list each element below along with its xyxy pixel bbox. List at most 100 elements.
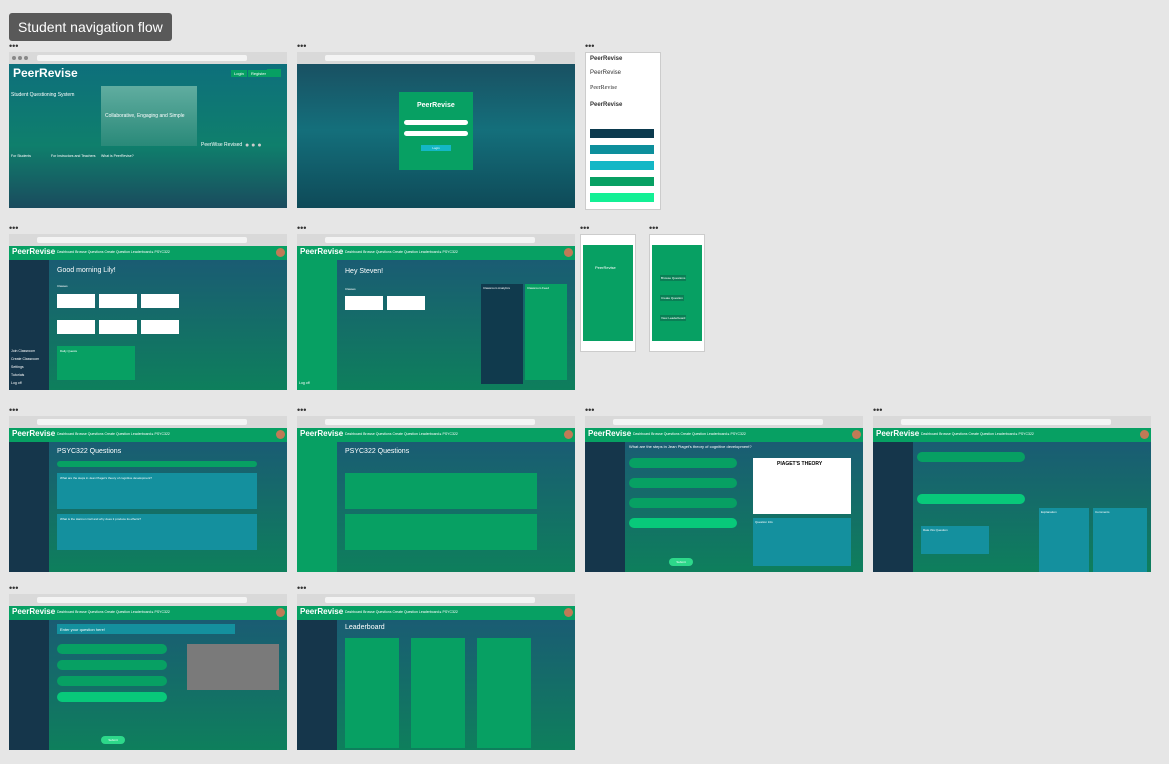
frame-menu-icon[interactable]: ••• — [297, 584, 306, 593]
sidebar: Log off — [297, 260, 337, 390]
class-card[interactable] — [57, 320, 95, 334]
mobile-button[interactable]: View Leaderboard — [660, 315, 687, 321]
class-card[interactable] — [387, 296, 425, 310]
create-question-frame[interactable]: PeerRevise Dashboard Browse Questions Cre… — [9, 594, 287, 750]
avatar[interactable] — [564, 248, 573, 257]
menu-icon[interactable] — [267, 69, 281, 77]
nav-links[interactable]: Dashboard Browse Questions Create Questi… — [633, 432, 746, 436]
nav-links[interactable]: Dashboard Browse Questions Create Questi… — [57, 250, 170, 254]
landing-frame[interactable]: PeerRevise Login Register Student Questi… — [9, 52, 287, 208]
register-button[interactable]: Register — [248, 70, 269, 77]
brand-logo[interactable]: PeerRevise — [300, 247, 343, 256]
email-field[interactable] — [404, 120, 468, 125]
nav-links[interactable]: Dashboard Browse Questions Create Questi… — [345, 250, 458, 254]
sidebar-item-tutorials[interactable]: Tutorials — [11, 371, 39, 379]
frame-menu-icon[interactable]: ••• — [649, 224, 658, 233]
class-card[interactable] — [141, 320, 179, 334]
mobile-menu-frame[interactable]: Browse Questions Create Question View Le… — [649, 234, 705, 352]
answer-option[interactable] — [917, 494, 1025, 504]
question-input[interactable]: Enter your question here! — [57, 624, 235, 634]
frame-menu-icon[interactable]: ••• — [873, 406, 882, 415]
frame-menu-icon[interactable]: ••• — [297, 42, 306, 51]
class-card[interactable] — [141, 294, 179, 308]
frame-menu-icon[interactable]: ••• — [9, 224, 18, 233]
avatar[interactable] — [276, 430, 285, 439]
avatar[interactable] — [852, 430, 861, 439]
answer-option[interactable] — [629, 478, 737, 488]
questions-frame[interactable]: PeerRevise Dashboard Browse Questions Cre… — [9, 416, 287, 572]
brand-logo[interactable]: PeerRevise — [12, 429, 55, 438]
avatar[interactable] — [564, 608, 573, 617]
answer-input[interactable] — [57, 644, 167, 654]
leaderboard-column — [345, 638, 399, 748]
brand-logo[interactable]: PeerRevise — [300, 607, 343, 616]
carousel-dots[interactable]: ● ● ● — [245, 142, 262, 149]
answer-input[interactable] — [57, 692, 167, 702]
answer-input[interactable] — [57, 676, 167, 686]
logout-link[interactable]: Log off — [11, 379, 39, 387]
greeting: Hey Steven! — [345, 268, 384, 275]
frame-menu-icon[interactable]: ••• — [297, 224, 306, 233]
login-submit-button[interactable]: Login — [421, 145, 451, 151]
filter-bar[interactable] — [57, 461, 257, 467]
nav-links[interactable]: Dashboard Browse Questions Create Questi… — [345, 610, 458, 614]
avatar[interactable] — [564, 430, 573, 439]
image-upload[interactable] — [187, 644, 279, 690]
answer-option[interactable] — [629, 518, 737, 528]
question-card[interactable]: What are the steps in Jean Piaget's theo… — [57, 473, 257, 509]
avatar[interactable] — [276, 608, 285, 617]
sidebar-item-create[interactable]: Create Classroom — [11, 355, 39, 363]
question-card[interactable] — [345, 514, 537, 550]
brand-logo[interactable]: PeerRevise — [588, 429, 631, 438]
class-card[interactable] — [99, 320, 137, 334]
avatar[interactable] — [276, 248, 285, 257]
sidebar-item-join[interactable]: Join Classroom — [11, 347, 39, 355]
question-detail-frame[interactable]: PeerRevise Dashboard Browse Questions Cre… — [585, 416, 863, 572]
rate-question[interactable]: Rate this Question — [921, 526, 989, 554]
answer-input[interactable] — [57, 660, 167, 670]
nav-links[interactable]: Dashboard Browse Questions Create Questi… — [921, 432, 1034, 436]
submit-button[interactable]: Submit — [669, 558, 693, 566]
question-card[interactable]: What is the Harmon Cell and why does it … — [57, 514, 257, 550]
class-card[interactable] — [99, 294, 137, 308]
answer-option[interactable] — [629, 458, 737, 468]
brand-logo[interactable]: PeerRevise — [12, 247, 55, 256]
answer-option[interactable] — [629, 498, 737, 508]
explanation-title: Explanation — [1041, 510, 1057, 514]
logout-link[interactable]: Log off — [299, 379, 310, 387]
class-card[interactable] — [345, 296, 383, 310]
frame-menu-icon[interactable]: ••• — [297, 406, 306, 415]
submit-button[interactable]: Submit — [101, 736, 125, 744]
sidebar-item-settings[interactable]: Settings — [11, 363, 39, 371]
frame-menu-icon[interactable]: ••• — [9, 42, 18, 51]
instructor-dashboard-frame[interactable]: PeerRevise Dashboard Browse Questions Cre… — [297, 234, 575, 390]
frame-menu-icon[interactable]: ••• — [585, 42, 594, 51]
frame-menu-icon[interactable]: ••• — [9, 406, 18, 415]
nav-links[interactable]: Dashboard Browse Questions Create Questi… — [57, 432, 170, 436]
answer-option[interactable] — [917, 452, 1025, 462]
question-card[interactable] — [345, 473, 537, 509]
frame-menu-icon[interactable]: ••• — [580, 224, 589, 233]
leaderboard-frame[interactable]: PeerRevise Dashboard Browse Questions Cre… — [297, 594, 575, 750]
login-button[interactable]: Login — [231, 70, 247, 77]
password-field[interactable] — [404, 131, 468, 136]
questions-instructor-frame[interactable]: PeerRevise Dashboard Browse Questions Cre… — [297, 416, 575, 572]
student-dashboard-frame[interactable]: PeerRevise Dashboard Browse Questions Cre… — [9, 234, 287, 390]
brand-logo[interactable]: PeerRevise — [13, 66, 78, 80]
mobile-screen: PeerRevise — [583, 245, 633, 341]
mobile-login-frame[interactable]: PeerRevise — [580, 234, 636, 352]
avatar[interactable] — [1140, 430, 1149, 439]
frame-menu-icon[interactable]: ••• — [9, 584, 18, 593]
question-answered-frame[interactable]: PeerRevise Dashboard Browse Questions Cre… — [873, 416, 1151, 572]
brand-logo[interactable]: PeerRevise — [300, 429, 343, 438]
class-card[interactable] — [57, 294, 95, 308]
nav-links[interactable]: Dashboard Browse Questions Create Questi… — [345, 432, 458, 436]
mobile-button[interactable]: Create Question — [660, 295, 684, 301]
mobile-button[interactable]: Browse Questions — [660, 275, 687, 281]
sidebar — [297, 620, 337, 750]
nav-links[interactable]: Dashboard Browse Questions Create Questi… — [57, 610, 170, 614]
frame-menu-icon[interactable]: ••• — [585, 406, 594, 415]
brand-logo[interactable]: PeerRevise — [12, 607, 55, 616]
brand-logo[interactable]: PeerRevise — [876, 429, 919, 438]
login-frame[interactable]: PeerRevise Login — [297, 52, 575, 208]
